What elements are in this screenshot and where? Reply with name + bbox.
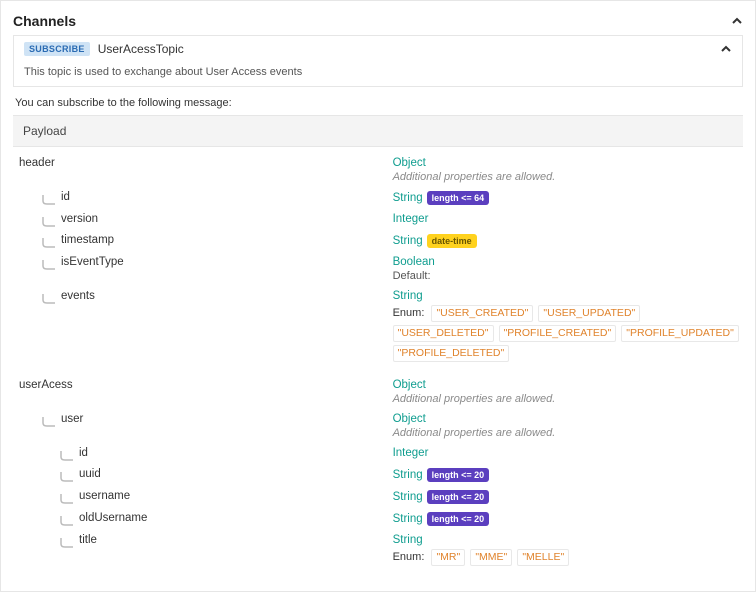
enum-value: "PROFILE_DELETED" [393,345,510,362]
schema-row: timestamp String date-time [13,230,743,252]
enum-value: "USER_UPDATED" [538,305,640,322]
topic-name: UserAcessTopic [98,42,184,56]
additional-props-note: Additional properties are allowed. [393,171,743,183]
tree-branch-icon [41,216,57,226]
type-label: Object [393,379,426,391]
chevron-up-icon [720,43,732,55]
field-name: user [61,413,83,425]
tree-branch-icon [59,471,75,481]
type-label: Integer [393,213,429,225]
type-label: String [393,290,423,302]
field-name: id [61,191,70,203]
field-name: header [19,157,55,169]
tree-branch-icon [59,537,75,547]
topic-box: SUBSCRIBE UserAcessTopic This topic is u… [13,35,743,87]
field-name: oldUsername [79,512,147,524]
schema-row: username String length <= 20 [13,486,743,508]
enum-value: "PROFILE_UPDATED" [621,325,739,342]
additional-props-note: Additional properties are allowed. [393,427,743,439]
field-name: username [79,490,130,502]
schema-row: isEventType Boolean Default: [13,252,743,286]
field-name: isEventType [61,256,124,268]
constraint-pill: length <= 64 [427,191,490,205]
subscribe-note: You can subscribe to the following messa… [15,97,741,109]
enum-value: "USER_DELETED" [393,325,494,342]
additional-props-note: Additional properties are allowed. [393,393,743,405]
subscribe-badge: SUBSCRIBE [24,42,90,56]
enum-value: "MELLE" [517,549,569,566]
schema-row: userAcess Object Additional properties a… [13,375,743,409]
type-label: String [393,534,423,546]
field-name: uuid [79,468,101,480]
type-label: String [393,192,423,204]
enum-value: "USER_CREATED" [431,305,533,322]
schema-body: header Object Additional properties are … [13,147,743,583]
type-label: String [393,513,423,525]
type-label: Integer [393,447,429,459]
schema-row: id String length <= 64 [13,187,743,209]
enum-label: Enum: [393,551,425,563]
field-name: events [61,290,95,302]
enum-value: "MR" [431,549,465,566]
type-label: String [393,491,423,503]
payload-header: Payload [13,115,743,147]
chevron-up-icon [731,15,743,27]
constraint-pill: length <= 20 [427,468,490,482]
format-pill: date-time [427,234,477,248]
channels-title: Channels [13,13,76,29]
enum-value: "PROFILE_CREATED" [499,325,617,342]
topic-description: This topic is used to exchange about Use… [14,62,742,86]
schema-row: user Object Additional properties are al… [13,409,743,443]
constraint-pill: length <= 20 [427,490,490,504]
channels-header[interactable]: Channels [13,9,743,35]
tree-branch-icon [59,515,75,525]
enum-value: "MME" [470,549,512,566]
field-name: timestamp [61,234,114,246]
type-label: String [393,469,423,481]
schema-row: header Object Additional properties are … [13,153,743,187]
enum-label: Enum: [393,307,425,319]
schema-row: oldUsername String length <= 20 [13,508,743,530]
tree-branch-icon [41,237,57,247]
field-name: title [79,534,97,546]
field-name: userAcess [19,379,73,391]
tree-branch-icon [41,416,57,426]
type-label: Boolean [393,256,435,268]
field-name: version [61,213,98,225]
tree-branch-icon [41,293,57,303]
tree-branch-icon [41,259,57,269]
constraint-pill: length <= 20 [427,512,490,526]
type-label: Object [393,413,426,425]
type-label: Object [393,157,426,169]
schema-row: events String Enum: "USER_CREATED" "USER… [13,286,743,369]
tree-branch-icon [59,450,75,460]
schema-row: version Integer [13,209,743,230]
field-name: id [79,447,88,459]
schema-row: id Integer [13,443,743,464]
tree-branch-icon [41,194,57,204]
tree-branch-icon [59,493,75,503]
type-label: String [393,235,423,247]
default-label: Default: [393,270,743,282]
schema-row: uuid String length <= 20 [13,464,743,486]
topic-header[interactable]: SUBSCRIBE UserAcessTopic [14,36,742,62]
